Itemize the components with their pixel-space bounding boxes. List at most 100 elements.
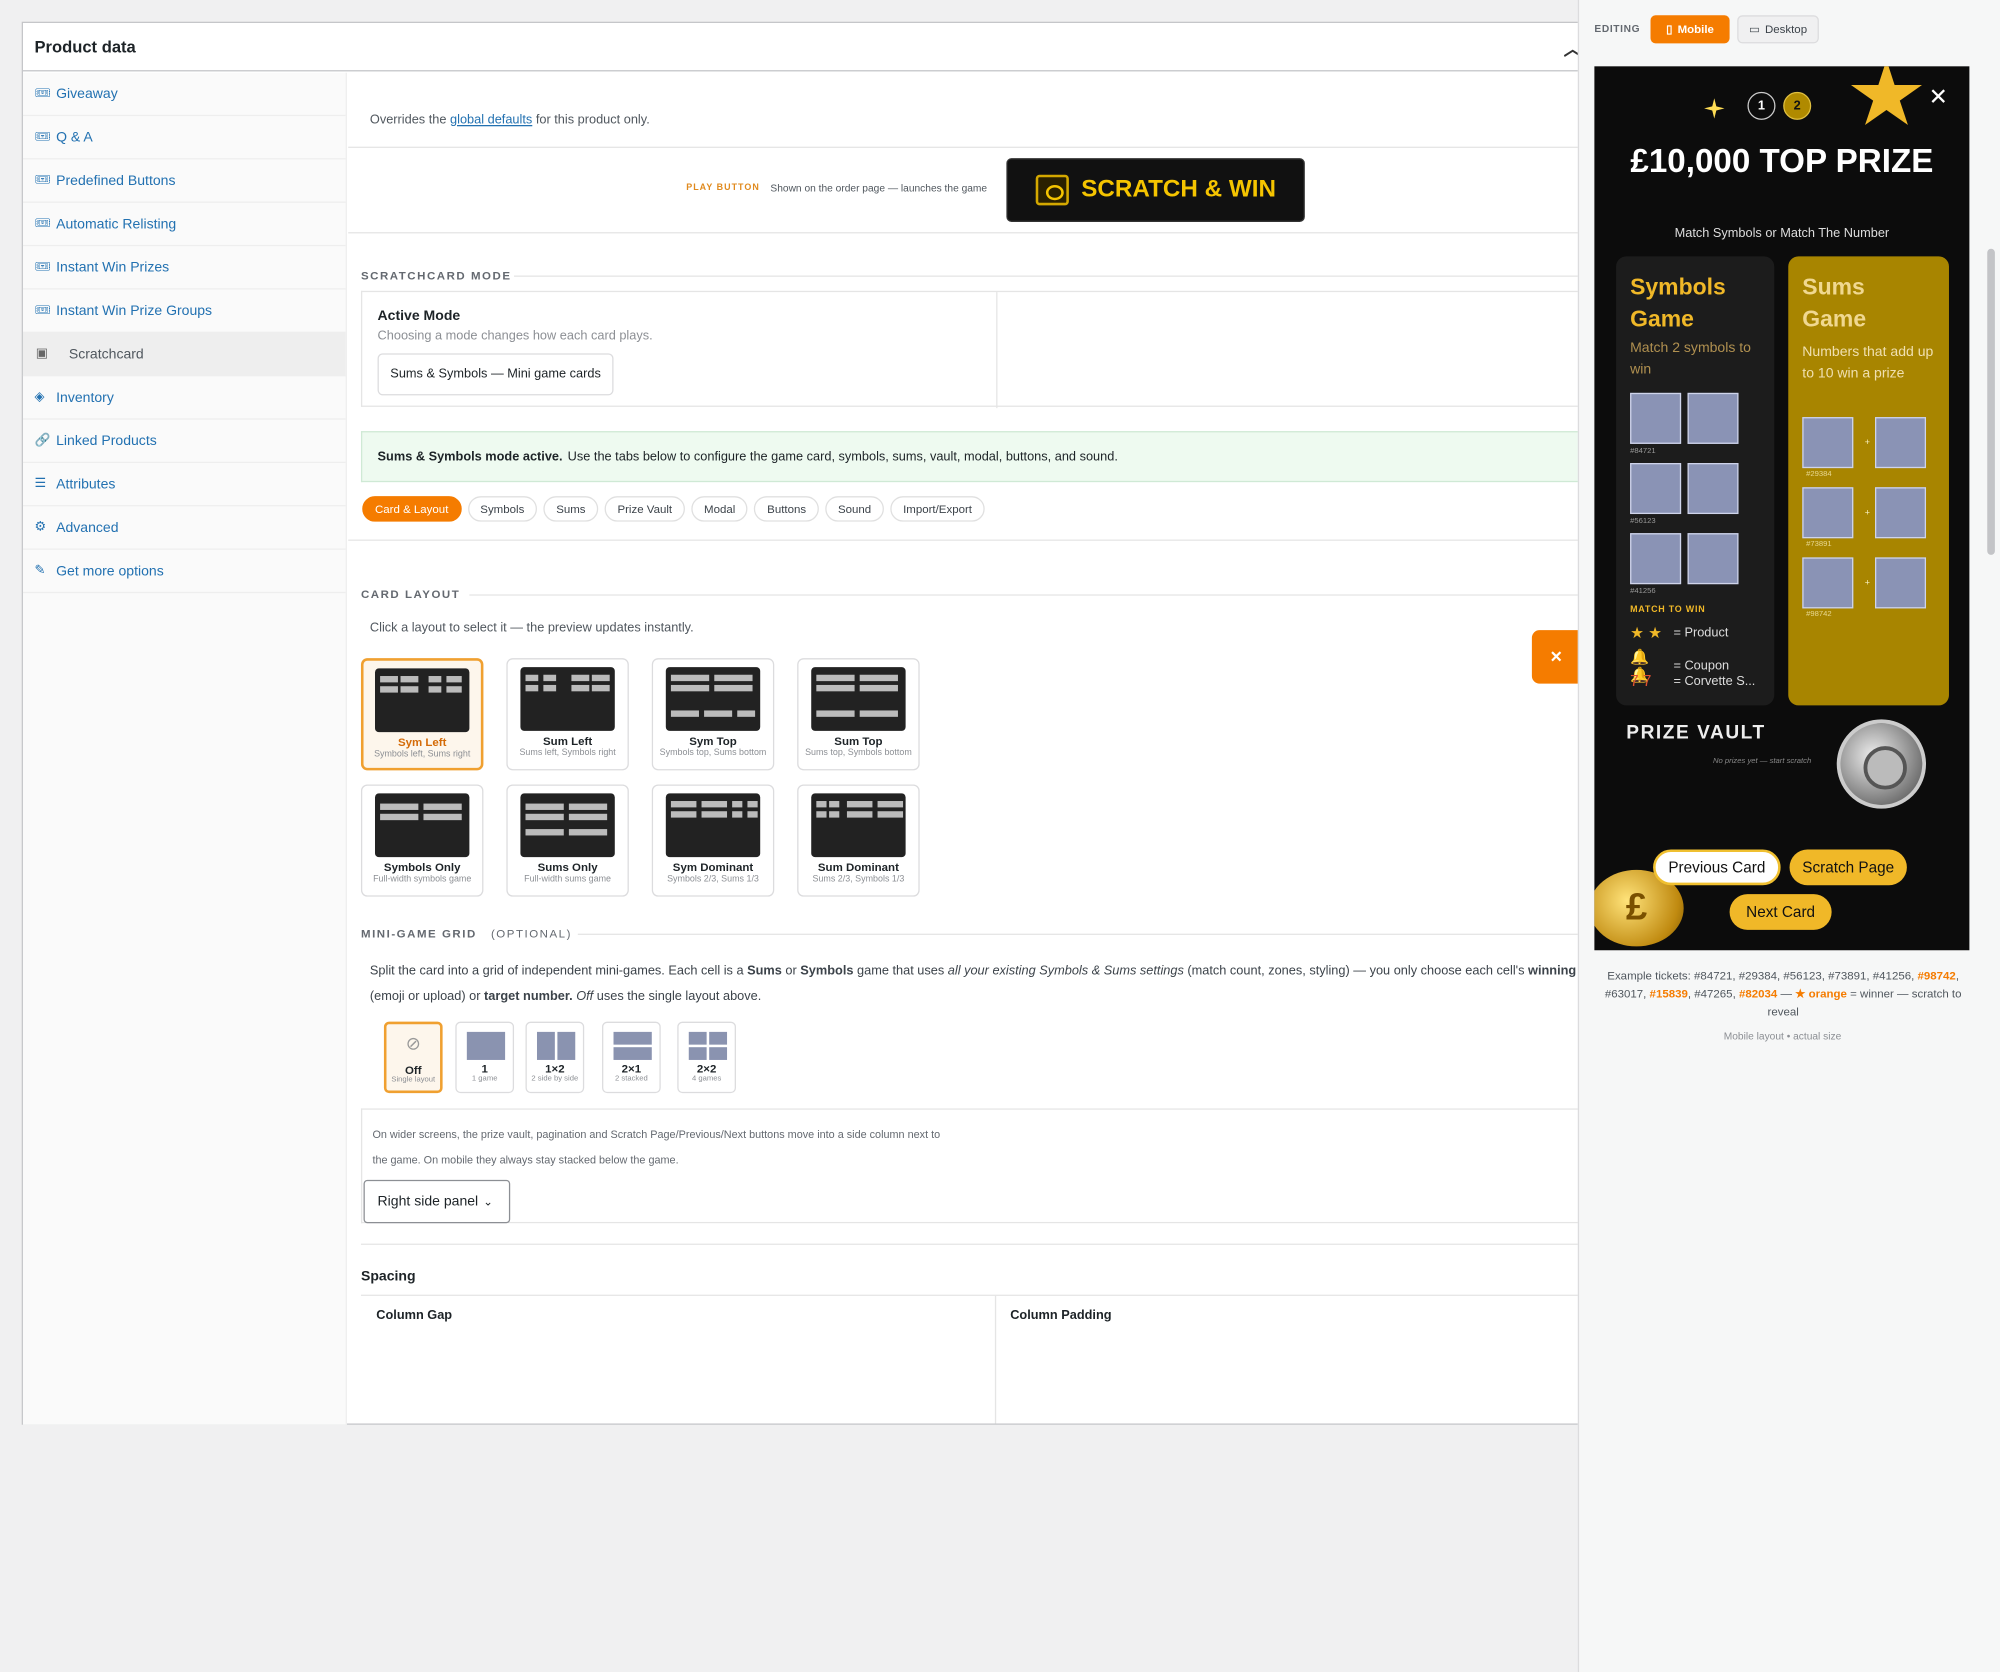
grid-option-2x1[interactable]: 2×1 2 stacked xyxy=(602,1021,661,1094)
grid-option-2x2[interactable]: 2×2 4 games xyxy=(677,1021,736,1094)
side-panel-select[interactable]: Right side panel ⌄ xyxy=(363,1179,511,1224)
ticket-icon: 🎟 xyxy=(34,260,51,275)
scratch-tile[interactable] xyxy=(1802,557,1854,609)
stage: Product data ︿ 🎟 Giveaway 🎟 Q & A 🎟 Predefine… xyxy=(0,0,2000,1672)
layout-option-sum-left[interactable]: Sum Left Sums left, Symbols right xyxy=(506,658,629,771)
divider xyxy=(514,275,1682,277)
config-tab-prize-vault[interactable]: Prize Vault xyxy=(604,496,685,522)
layout-option-sym-top[interactable]: Sym Top Symbols top, Sums bottom xyxy=(651,658,775,771)
scratch-logo-icon xyxy=(1035,174,1069,206)
scratch-tile[interactable] xyxy=(1802,487,1854,539)
mini-grid-desc: Split the card into a grid of independen… xyxy=(369,964,1606,1004)
card-subtitle: Match Symbols or Match The Number xyxy=(1674,227,1890,242)
product-tab-predefined-buttons[interactable]: 🎟 Predefined Buttons xyxy=(22,159,346,203)
layout-option-sym-left[interactable]: Sym Left Symbols left, Sums right xyxy=(360,658,484,771)
product-tab-q-a[interactable]: 🎟 Q & A xyxy=(22,116,346,160)
product-tab-linked-products[interactable]: 🔗 Linked Products xyxy=(22,420,346,464)
list-icon: ☰ xyxy=(34,477,46,492)
scratch-tile[interactable] xyxy=(1802,417,1854,469)
close-icon[interactable]: ✕ xyxy=(1929,84,1948,111)
active-mode-box: Active Mode Choosing a mode changes how … xyxy=(360,290,1682,409)
ticket-number: #98742 xyxy=(1806,610,1832,619)
ticket-number: #41256 xyxy=(1630,588,1656,596)
layout-thumbnail xyxy=(374,668,470,733)
previous-card-button[interactable]: Previous Card xyxy=(1653,849,1781,886)
editing-label: EDITING xyxy=(1594,22,1641,35)
product-tab-advanced[interactable]: ⚙ Advanced xyxy=(22,506,346,550)
match-to-win-label: MATCH TO WIN xyxy=(1630,605,1706,615)
scratch-tile[interactable] xyxy=(1687,392,1739,444)
page-2[interactable]: 2 xyxy=(1783,91,1812,120)
scratch-tile[interactable] xyxy=(1687,463,1739,515)
config-tab-sums[interactable]: Sums xyxy=(543,496,599,522)
layout-thumbnail xyxy=(811,793,906,858)
layout-option-symbols-only[interactable]: Symbols Only Full-width symbols game xyxy=(360,784,484,897)
grid-option-off[interactable]: ⊘ Off Single layout xyxy=(383,1021,443,1094)
preview-panel: EDITING ▯ Mobile ▭ Desktop 1 2 ✕ £10,000 T… xyxy=(1577,0,2000,1672)
ticket-number: #84721 xyxy=(1630,447,1656,456)
panel-header[interactable]: Product data ︿ xyxy=(22,23,1679,72)
mode-select[interactable]: Sums & Symbols — Mini game cards xyxy=(377,353,614,396)
grid-icon xyxy=(603,1031,659,1060)
active-mode-label: Active Mode xyxy=(377,308,461,324)
sums-game-desc: Numbers that add up to 10 win a prize xyxy=(1802,344,1934,382)
scratch-tile[interactable] xyxy=(1874,557,1927,609)
next-card-button[interactable]: Next Card xyxy=(1729,894,1832,930)
global-defaults-link[interactable]: global defaults xyxy=(450,114,532,128)
divider xyxy=(348,232,1682,234)
ticket-icon: 🎟 xyxy=(34,173,51,188)
scratch-tile[interactable] xyxy=(1874,487,1927,539)
layout-thumbnail xyxy=(520,667,615,731)
scratchcard-preview: 1 2 ✕ £10,000 TOP PRIZE Match Symbols or… xyxy=(1594,66,1970,951)
divider xyxy=(348,146,1682,148)
layout-option-sum-dominant[interactable]: Sum Dominant Sums 2/3, Symbols 1/3 xyxy=(797,784,920,897)
layout-option-sym-dominant[interactable]: Sym Dominant Symbols 2/3, Sums 1/3 xyxy=(651,784,775,897)
product-tab-automatic-relisting[interactable]: 🎟 Automatic Relisting xyxy=(22,203,346,247)
scratch-tile[interactable] xyxy=(1687,533,1739,585)
product-tab-scratchcard[interactable]: ▣ Scratchcard xyxy=(22,332,346,377)
layout-thumbnail xyxy=(665,793,761,858)
scratch-tile[interactable] xyxy=(1630,533,1682,585)
layout-mode-label: Mobile layout • actual size xyxy=(1723,1030,1842,1043)
layout-option-sum-top[interactable]: Sum Top Sums top, Symbols bottom xyxy=(797,658,920,771)
product-tab-instant-win-prize-groups[interactable]: 🎟 Instant Win Prize Groups xyxy=(22,290,346,333)
config-tab-import-export[interactable]: Import/Export xyxy=(890,496,985,522)
scratch-page-button[interactable]: Scratch Page xyxy=(1789,849,1907,886)
active-mode-desc: Choosing a mode changes how each card pl… xyxy=(377,329,653,344)
config-tab-sound[interactable]: Sound xyxy=(825,496,884,522)
config-tab-modal[interactable]: Modal xyxy=(691,496,749,522)
config-tab-card-layout[interactable]: Card & Layout xyxy=(362,496,462,522)
grid-option-1x2[interactable]: 1×2 2 side by side xyxy=(525,1021,585,1094)
product-tab-instant-win-prizes[interactable]: 🎟 Instant Win Prizes xyxy=(22,246,346,290)
monitor-icon: ▭ xyxy=(1749,22,1760,36)
mobile-button[interactable]: ▯ Mobile xyxy=(1650,15,1730,44)
page-1[interactable]: 1 xyxy=(1747,91,1776,120)
close-preview-fab[interactable]: ✕ xyxy=(1531,630,1581,684)
scratch-tile[interactable] xyxy=(1630,392,1682,444)
config-tab-symbols[interactable]: Symbols xyxy=(467,496,538,522)
layout-thumbnail xyxy=(374,793,470,858)
product-tab-get-more-options[interactable]: ✎ Get more options xyxy=(22,550,346,594)
prize-vault-note: No prizes yet — start scratch xyxy=(1713,757,1812,766)
divider xyxy=(469,594,1682,596)
scratch-tile[interactable] xyxy=(1874,417,1927,469)
card-layout-subtitle: Click a layout to select it — the previe… xyxy=(369,621,694,636)
scrollbar[interactable] xyxy=(1987,248,1995,555)
gear-icon: ⚙ xyxy=(34,520,46,535)
play-button-label: PLAY BUTTON xyxy=(686,183,760,193)
star-icon xyxy=(1850,66,1922,125)
ticket-icon: 🎟 xyxy=(34,216,51,231)
desktop-button[interactable]: ▭ Desktop xyxy=(1737,15,1819,44)
product-tab-inventory[interactable]: ◈ Inventory xyxy=(22,376,346,420)
product-tab-giveaway[interactable]: 🎟 Giveaway xyxy=(22,73,346,117)
grid-icon: ⊘ xyxy=(405,1033,421,1054)
config-tab-buttons[interactable]: Buttons xyxy=(754,496,819,522)
sums-game: Sums Game Numbers that add up to 10 win … xyxy=(1788,256,1949,706)
card-title: £10,000 TOP PRIZE xyxy=(1630,141,1934,180)
grid-option-1[interactable]: 11 game xyxy=(455,1021,515,1094)
layout-option-sums-only[interactable]: Sums Only Full-width sums game xyxy=(506,784,629,897)
scratch-tile[interactable] xyxy=(1630,463,1682,515)
prize-vault-title: PRIZE VAULT xyxy=(1626,721,1766,744)
product-tab-attributes[interactable]: ☰ Attributes xyxy=(22,463,346,507)
scratch-win-button[interactable]: SCRATCH & WIN xyxy=(1006,158,1305,222)
